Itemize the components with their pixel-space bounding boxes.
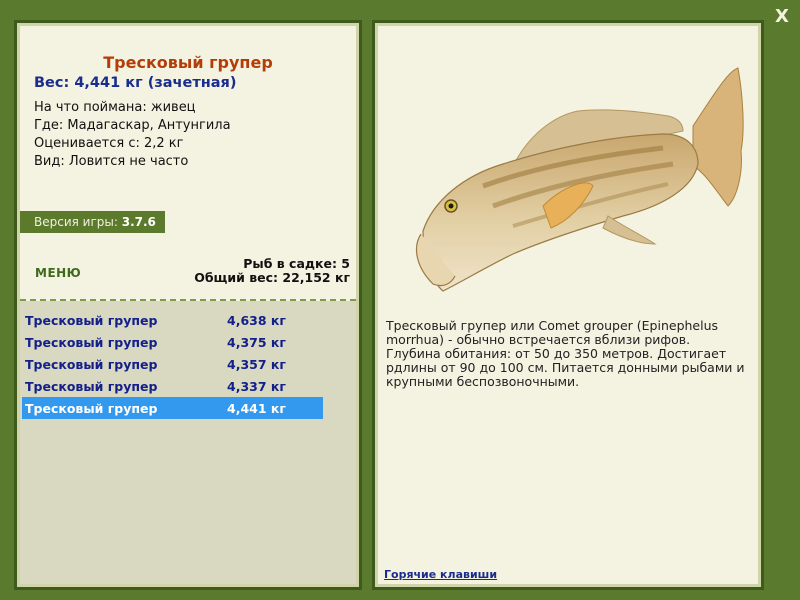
bait-line: На что поймана: живец: [34, 100, 196, 115]
fish-image: [415, 67, 744, 292]
catch-row-weight: 4,375 кг: [227, 335, 286, 350]
hotkeys-link[interactable]: Горячие клавиши: [384, 568, 497, 581]
cage-total-weight: Общий вес: 22,152 кг: [194, 270, 350, 285]
catch-row-name: Тресковый групер: [25, 313, 158, 328]
kind-line: Вид: Ловится не часто: [34, 154, 189, 169]
cage-stats: Рыб в садке: 5 Общий вес: 22,152 кг: [194, 257, 350, 285]
fish-description-panel: Тресковый групер или Comet grouper (Epin…: [372, 20, 764, 590]
location-line: Где: Мадагаскар, Антунгила: [34, 118, 231, 133]
catch-row-weight: 4,337 кг: [227, 379, 286, 394]
catch-list: Тресковый групер 4,638 кг Тресковый груп…: [20, 301, 356, 584]
fish-description-inner: Тресковый групер или Comet grouper (Epin…: [378, 26, 758, 584]
fish-title: Тресковый групер: [103, 53, 273, 72]
catch-row-name: Тресковый групер: [25, 335, 158, 350]
cage-count: Рыб в садке: 5: [243, 256, 350, 271]
version-bar: Версия игры: 3.7.6: [20, 211, 165, 233]
catch-row-weight: 4,357 кг: [227, 357, 286, 372]
catch-row-name: Тресковый групер: [25, 379, 158, 394]
menu-button[interactable]: МЕНЮ: [35, 266, 81, 280]
close-icon[interactable]: X: [771, 6, 793, 28]
catch-row-name: Тресковый групер: [25, 357, 158, 372]
fish-details: На что поймана: живец Где: Мадагаскар, А…: [34, 99, 231, 171]
catch-row[interactable]: Тресковый групер 4,337 кг: [22, 375, 323, 397]
fish-description: Тресковый групер или Comet grouper (Epin…: [386, 318, 745, 389]
catch-row[interactable]: Тресковый групер 4,375 кг: [22, 331, 323, 353]
catch-row[interactable]: Тресковый групер 4,638 кг: [22, 309, 323, 331]
valued-line: Оценивается с: 2,2 кг: [34, 136, 184, 151]
catch-info-inner: Тресковый групер Вес: 4,441 кг (зачетная…: [20, 26, 356, 584]
fish-weight: Вес: 4,441 кг (зачетная): [34, 75, 237, 91]
catch-row-weight: 4,441 кг: [227, 401, 286, 416]
catch-info-panel: Тресковый групер Вес: 4,441 кг (зачетная…: [14, 20, 362, 590]
version-value: 3.7.6: [121, 215, 156, 229]
catch-row-weight: 4,638 кг: [227, 313, 286, 328]
fish-info: Тресковый групер Вес: 4,441 кг (зачетная…: [20, 26, 356, 214]
catch-row-selected[interactable]: Тресковый групер 4,441 кг: [22, 397, 323, 419]
catch-row-name: Тресковый групер: [25, 401, 158, 416]
catch-row[interactable]: Тресковый групер 4,357 кг: [22, 353, 323, 375]
version-label: Версия игры:: [34, 215, 118, 229]
